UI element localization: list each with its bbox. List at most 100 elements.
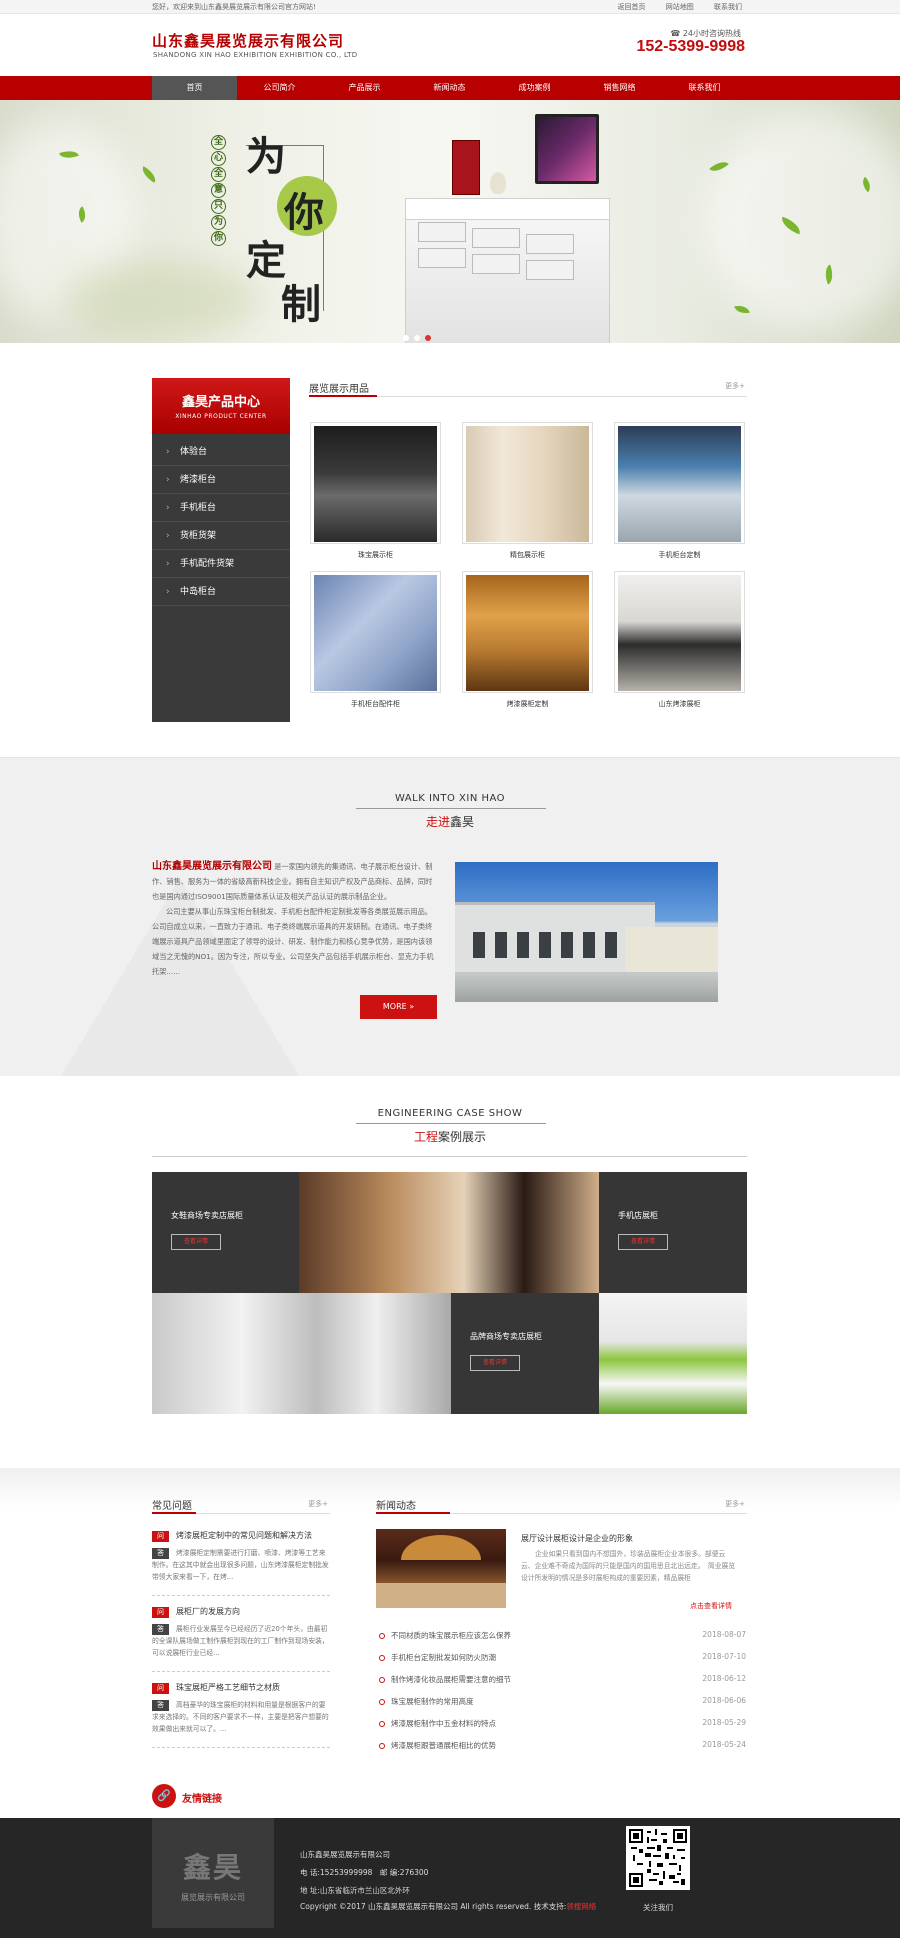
news-row-title[interactable]: 不同材质的珠宝展示柜应该怎么保养: [391, 1630, 511, 1641]
sidebar-item-shelves[interactable]: 货柜货架: [152, 522, 290, 550]
news-row-title[interactable]: 烤漆展柜制作中五金材料的特点: [391, 1718, 496, 1729]
slider-dot[interactable]: [414, 335, 420, 341]
product-caption[interactable]: 手机柜台定制: [614, 550, 745, 560]
case-detail-button[interactable]: 查看详情: [171, 1234, 221, 1250]
drawer: [472, 254, 520, 274]
news-row[interactable]: 不同材质的珠宝展示柜应该怎么保养 2018-08-07: [378, 1629, 746, 1643]
hotline-phone: 152-5399-9998: [636, 38, 745, 55]
footer-company: 山东鑫昊展览展示有限公司: [300, 1850, 390, 1859]
news-row-title[interactable]: 制作烤漆化妆品展柜需要注意的细节: [391, 1674, 511, 1685]
case-image[interactable]: [152, 1293, 451, 1414]
top-link-contact[interactable]: 联系我们: [714, 3, 742, 11]
product-caption[interactable]: 手机柜台配件柜: [310, 699, 441, 709]
sidebar-item-accessory-shelves[interactable]: 手机配件货架: [152, 550, 290, 578]
nav-products[interactable]: 产品展示: [322, 76, 407, 100]
sidebar-item-paint-counter[interactable]: 烤漆柜台: [152, 466, 290, 494]
case-image[interactable]: [299, 1172, 599, 1293]
product-card[interactable]: [310, 422, 441, 544]
faq-item[interactable]: 展柜厂的发展方向 展柜行业发展至今已经经历了近20个年头，由最初的全课队展场做工…: [152, 1605, 330, 1672]
case-detail-button[interactable]: 查看详情: [618, 1234, 668, 1250]
news-row[interactable]: 烤漆展柜跟普通展柜相比的优势 2018-05-24: [378, 1739, 746, 1753]
news-row[interactable]: 手机柜台定制批发如何防火防潮 2018-07-10: [378, 1651, 746, 1665]
product-caption[interactable]: 山东烤漆展柜: [614, 699, 745, 709]
case-card[interactable]: 手机店展柜 查看详情: [599, 1172, 747, 1293]
product-image: [618, 575, 741, 691]
slogan-char: 全: [211, 167, 226, 182]
about-title-en: WALK INTO XIN HAO: [394, 793, 506, 804]
news-featured-more[interactable]: 点击查看详情: [690, 1601, 732, 1611]
product-caption[interactable]: 精包展示柜: [462, 550, 593, 560]
news-row-title[interactable]: 烤漆展柜跟普通展柜相比的优势: [391, 1740, 496, 1751]
tech-support-link[interactable]: 领搜网络: [566, 1902, 596, 1911]
logo-title[interactable]: 山东鑫昊展览展示有限公司: [152, 30, 344, 51]
sidebar-subtitle: XINHAO PRODUCT CENTER: [175, 413, 267, 420]
top-link-home[interactable]: 返回首页: [618, 3, 646, 11]
product-card[interactable]: [462, 422, 593, 544]
news-featured-title[interactable]: 展厅设计展柜设计是企业的形象: [521, 1533, 633, 1544]
nav-network[interactable]: 销售网络: [577, 76, 662, 100]
top-link-sitemap[interactable]: 网站地图: [666, 3, 694, 11]
news-row-title[interactable]: 珠宝展柜制作的常用高度: [391, 1696, 474, 1707]
product-caption[interactable]: 珠宝展示柜: [310, 550, 441, 560]
footer-address: 地 址:山东省临沂市兰山区北外环: [300, 1886, 410, 1895]
about-section: WALK INTO XIN HAO 走进鑫昊 山东鑫昊展览展示有限公司 是一家国…: [0, 758, 900, 1076]
news-row-date: 2018-06-06: [702, 1696, 746, 1705]
news-featured-image[interactable]: [376, 1529, 506, 1608]
title-accent: 工程: [413, 1130, 438, 1144]
books-image: [452, 140, 480, 195]
news-row[interactable]: 烤漆展柜制作中五金材料的特点 2018-05-29: [378, 1717, 746, 1731]
product-card[interactable]: [614, 571, 745, 693]
news-row-title[interactable]: 手机柜台定制批发如何防火防潮: [391, 1652, 496, 1663]
sidebar-item-island[interactable]: 中岛柜台: [152, 578, 290, 606]
nav-home[interactable]: 首页: [152, 76, 237, 100]
sidebar-item-experience[interactable]: 体验台: [152, 438, 290, 466]
slider-dot-active[interactable]: [425, 335, 431, 341]
slogan-char: 全: [211, 135, 226, 150]
nav-contact[interactable]: 联系我们: [662, 76, 747, 100]
slogan-char: 你: [211, 231, 226, 246]
faq-question[interactable]: 珠宝展柜严格工艺细节之材质: [152, 1681, 330, 1695]
case-image[interactable]: [599, 1293, 747, 1414]
news-row[interactable]: 制作烤漆化妆品展柜需要注意的细节 2018-06-12: [378, 1673, 746, 1687]
faq-item[interactable]: 珠宝展柜严格工艺细节之材质 高档豪华的珠宝展柜的材料和用量是根据客户的要求来选择…: [152, 1681, 330, 1748]
news-row[interactable]: 珠宝展柜制作的常用高度 2018-06-06: [378, 1695, 746, 1709]
nav-news[interactable]: 新闻动态: [407, 76, 492, 100]
news-more-link[interactable]: 更多+: [725, 1499, 745, 1509]
slider-dot[interactable]: [403, 335, 409, 341]
faq-more-link[interactable]: 更多+: [308, 1499, 328, 1509]
qr-code: [626, 1826, 690, 1890]
header: 山东鑫昊展览展示有限公司 SHANDONG XIN HAO EXHIBITION…: [0, 14, 900, 76]
title-accent: 走进: [425, 815, 450, 829]
product-card[interactable]: [614, 422, 745, 544]
drawer: [526, 234, 574, 254]
leaf-icon: [138, 166, 160, 183]
slogan-big-3: 定: [246, 237, 286, 284]
product-image: [466, 426, 589, 542]
about-more-button[interactable]: MORE »: [360, 995, 437, 1019]
slogan-small: 全 心 全 意 只 为 你: [211, 135, 227, 247]
nav-about[interactable]: 公司简介: [237, 76, 322, 100]
faq-question[interactable]: 烤漆展柜定制中的常见问题和解决方法: [152, 1529, 330, 1543]
case-card[interactable]: 品牌商场专卖店展柜 查看详情: [451, 1293, 599, 1414]
case-detail-button[interactable]: 查看详情: [470, 1355, 520, 1371]
faq-item[interactable]: 烤漆展柜定制中的常见问题和解决方法 烤漆展柜定制需要进行打磨、喷漆、烤漆等工艺来…: [152, 1529, 330, 1596]
faq-answer: 高档豪华的珠宝展柜的材料和用量是根据客户的要求来选择的。不同的客户要求不一样，主…: [152, 1699, 330, 1735]
product-more-link[interactable]: 更多+: [725, 381, 745, 391]
about-text: 山东鑫昊展览展示有限公司 是一家国内领先的集通讯、电子展示柜台设计、制作、销售、…: [152, 859, 437, 979]
product-card[interactable]: [462, 571, 593, 693]
title-underline: [309, 395, 377, 397]
product-image: [618, 426, 741, 542]
sidebar-item-phone-counter[interactable]: 手机柜台: [152, 494, 290, 522]
drawer: [418, 248, 466, 268]
case-title: 手机店展柜: [618, 1211, 658, 1220]
nav-cases[interactable]: 成功案例: [492, 76, 577, 100]
about-company: 山东鑫昊展览展示有限公司: [152, 861, 272, 872]
product-caption[interactable]: 烤漆展柜定制: [462, 699, 593, 709]
case-card[interactable]: 女鞋商场专卖店展柜 查看详情: [152, 1172, 299, 1293]
footer-logo-sub: 展览展示有限公司: [181, 1893, 245, 1902]
faq-question[interactable]: 展柜厂的发展方向: [152, 1605, 330, 1619]
section-divider: [152, 1156, 747, 1157]
product-card[interactable]: [310, 571, 441, 693]
cases-title-en: ENGINEERING CASE SHOW: [377, 1108, 523, 1119]
qr-caption: 关注我们: [643, 1903, 673, 1912]
